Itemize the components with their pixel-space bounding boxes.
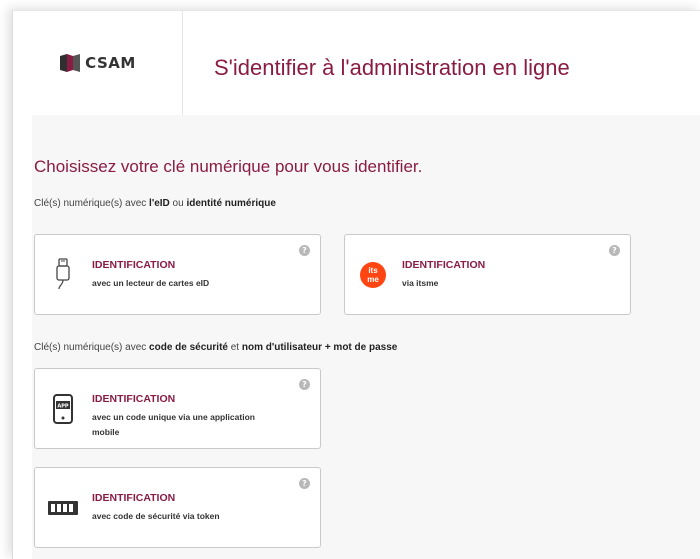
main-content: Choisissez votre clé numérique pour vous… [32, 115, 700, 559]
card-token[interactable]: IDENTIFICATION avec code de sécurité via… [34, 467, 321, 548]
page-frame: CSAM S'identifier à l'administration en … [12, 10, 700, 559]
logo-text: CSAM [85, 54, 136, 72]
section-label-text: et [227, 342, 242, 353]
card-title: IDENTIFICATION [92, 259, 176, 271]
header: CSAM S'identifier à l'administration en … [13, 11, 700, 115]
section-label-eid: Clé(s) numérique(s) avec l'eID ou identi… [34, 198, 276, 209]
section-label-bold: l'eID [149, 198, 170, 209]
section-label-text: ou [169, 198, 187, 209]
card-title: IDENTIFICATION [402, 259, 486, 271]
itsme-badge-text-bottom: me [367, 275, 379, 284]
token-icon [45, 488, 81, 528]
itsme-badge-text-top: its [368, 266, 378, 275]
csam-logo[interactable]: CSAM [59, 54, 136, 72]
section-label-bold: nom d'utilisateur + mot de passe [241, 342, 398, 353]
section-label-bold: code de sécurité [149, 342, 228, 353]
help-icon[interactable]: ? [299, 379, 310, 390]
card-eid-reader[interactable]: IDENTIFICATION avec un lecteur de cartes… [34, 234, 321, 315]
card-itsme[interactable]: its me IDENTIFICATION via itsme ? [344, 234, 631, 315]
card-description: avec un lecteur de cartes eID [92, 278, 210, 288]
help-icon[interactable]: ? [299, 245, 310, 256]
page-title: S'identifier à l'administration en ligne [214, 55, 570, 80]
card-title: IDENTIFICATION [92, 492, 176, 504]
card-reader-icon [45, 255, 81, 295]
logo-area: CSAM [13, 11, 183, 115]
section-label-security-code: Clé(s) numérique(s) avec code de sécurit… [34, 342, 397, 353]
card-title: IDENTIFICATION [92, 393, 176, 405]
content-title: Choisissez votre clé numérique pour vous… [34, 157, 423, 176]
card-description: avec code de sécurité via token [92, 511, 220, 521]
section-label-text: Clé(s) numérique(s) avec [34, 198, 150, 209]
card-description: via itsme [402, 278, 439, 288]
csam-logo-icon [60, 54, 81, 72]
help-icon[interactable]: ? [299, 478, 310, 489]
section-label-text: Clé(s) numérique(s) avec [34, 342, 150, 353]
itsme-icon: its me [355, 255, 391, 295]
card-mobile-app[interactable]: APP IDENTIFICATION avec un code unique v… [34, 368, 321, 449]
mobile-app-icon: APP [45, 389, 81, 429]
section-label-bold: identité numérique [186, 198, 276, 209]
card-description: avec un code unique via une application … [92, 412, 255, 437]
app-label: APP [57, 404, 69, 410]
help-icon[interactable]: ? [609, 245, 620, 256]
